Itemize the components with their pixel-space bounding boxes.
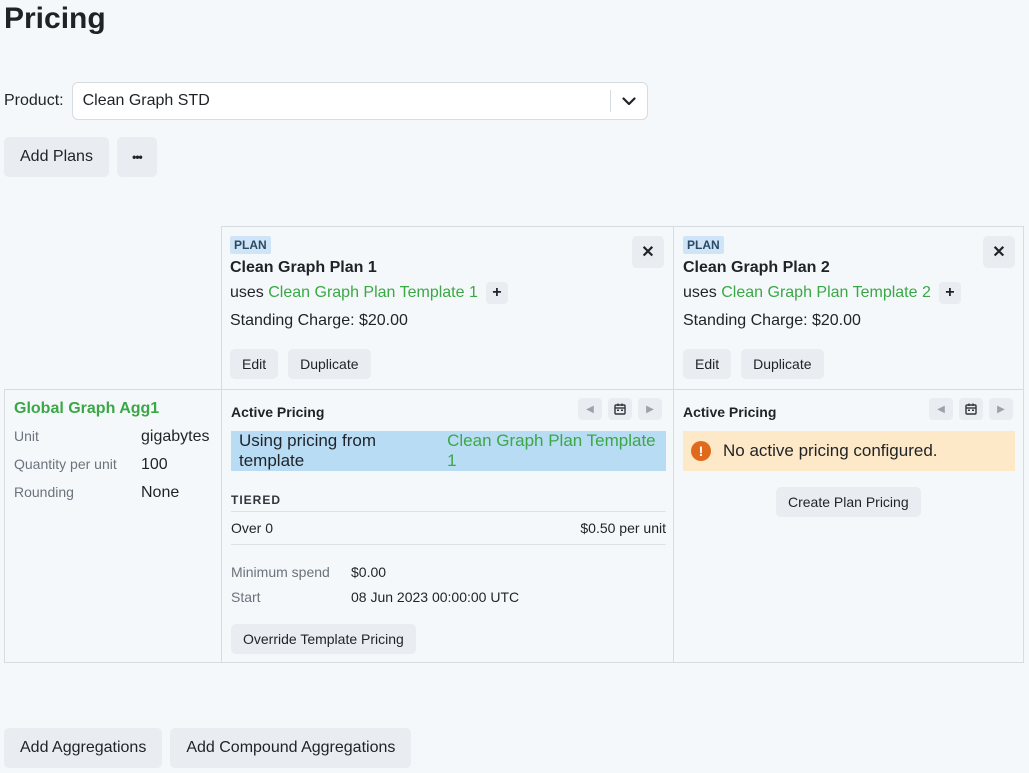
- plan-card-2: PLAN ✕ Clean Graph Plan 2 uses Clean Gra…: [673, 226, 1024, 390]
- meta-key: Start: [231, 589, 261, 605]
- add-plans-button[interactable]: Add Plans: [4, 137, 109, 177]
- close-icon[interactable]: ✕: [632, 236, 664, 268]
- plan-actions: Edit Duplicate: [683, 349, 824, 379]
- divider: [231, 511, 666, 512]
- aggregation-unit: Unit gigabytes: [14, 428, 210, 446]
- field-key: Quantity per unit: [14, 456, 117, 472]
- pricing-nav: ◀ ▶: [929, 398, 1013, 420]
- active-pricing-title: Active Pricing: [231, 404, 325, 420]
- product-select[interactable]: Clean Graph STD: [71, 82, 648, 120]
- plan-actions: Edit Duplicate: [230, 349, 371, 379]
- plan-card-1: PLAN ✕ Clean Graph Plan 1 uses Clean Gra…: [221, 226, 674, 390]
- product-select-value: Clean Graph STD: [82, 92, 210, 109]
- tier-price: $0.50 per unit: [580, 520, 666, 536]
- tier-type: TIERED: [231, 493, 282, 507]
- chevron-left-icon[interactable]: ◀: [929, 398, 953, 420]
- banner-template-link[interactable]: Clean Graph Plan Template 1: [447, 431, 666, 471]
- field-key: Rounding: [14, 484, 74, 500]
- aggregation-cell: Global Graph Agg1 Unit gigabytes Quantit…: [4, 389, 222, 663]
- create-plan-pricing-button[interactable]: Create Plan Pricing: [776, 487, 921, 517]
- more-options-button[interactable]: •••: [116, 137, 157, 177]
- warning-icon: !: [691, 441, 711, 461]
- plan-name: Clean Graph Plan 2: [683, 259, 830, 276]
- aggregation-rounding: Rounding None: [14, 484, 179, 502]
- add-compound-aggregations-button[interactable]: Add Compound Aggregations: [170, 728, 412, 768]
- chevron-left-icon[interactable]: ◀: [578, 398, 602, 420]
- field-value: gigabytes: [141, 428, 210, 445]
- aggregation-quantity: Quantity per unit 100: [14, 456, 168, 474]
- calendar-icon[interactable]: [608, 398, 632, 420]
- template-link[interactable]: Clean Graph Plan Template 1: [268, 284, 478, 302]
- field-key: Unit: [14, 428, 39, 444]
- plan-badge: PLAN: [683, 236, 724, 254]
- start-date: Start 08 Jun 2023 00:00:00 UTC: [231, 589, 519, 605]
- plan-uses: uses Clean Graph Plan Template 1 +: [230, 282, 508, 304]
- ellipsis-icon: •••: [132, 150, 143, 164]
- close-icon[interactable]: ✕: [983, 236, 1015, 268]
- duplicate-plan-button[interactable]: Duplicate: [288, 349, 371, 379]
- plan-badge: PLAN: [230, 236, 271, 254]
- template-link[interactable]: Clean Graph Plan Template 2: [721, 284, 931, 302]
- chevron-right-icon[interactable]: ▶: [638, 398, 662, 420]
- plus-icon[interactable]: +: [938, 282, 961, 304]
- template-pricing-banner: Using pricing from template Clean Graph …: [231, 431, 666, 471]
- active-pricing-title: Active Pricing: [683, 404, 777, 420]
- uses-prefix: uses: [683, 284, 717, 301]
- edit-plan-button[interactable]: Edit: [230, 349, 279, 379]
- pricing-nav: ◀ ▶: [578, 398, 662, 420]
- toolbar: Add Plans •••: [4, 137, 157, 177]
- pricing-cell-2: Active Pricing ◀ ▶ ! No active pricing c…: [673, 389, 1024, 663]
- override-template-pricing-button[interactable]: Override Template Pricing: [231, 624, 416, 654]
- minimum-spend: Minimum spend $0.00: [231, 564, 386, 580]
- duplicate-plan-button[interactable]: Duplicate: [741, 349, 824, 379]
- uses-prefix: uses: [230, 284, 264, 301]
- calendar-icon[interactable]: [959, 398, 983, 420]
- field-value: None: [141, 484, 180, 501]
- plan-uses: uses Clean Graph Plan Template 2 +: [683, 282, 961, 304]
- add-aggregations-button[interactable]: Add Aggregations: [4, 728, 163, 768]
- divider: [231, 544, 666, 545]
- field-value: 100: [141, 456, 168, 473]
- pricing-grid: PLAN ✕ Clean Graph Plan 1 uses Clean Gra…: [4, 226, 1024, 663]
- meta-value: 08 Jun 2023 00:00:00 UTC: [351, 589, 520, 605]
- aggregation-name[interactable]: Global Graph Agg1: [14, 400, 159, 418]
- pricing-cell-1: Active Pricing ◀ ▶ Using pricing from te…: [221, 389, 674, 663]
- product-label: Product:: [4, 92, 64, 109]
- chevron-down-icon[interactable]: [611, 96, 647, 106]
- tier-label: Over 0: [231, 520, 274, 536]
- banner-text: Using pricing from template: [239, 431, 376, 470]
- warning-text: No active pricing configured.: [723, 441, 938, 460]
- standing-charge: Standing Charge: $20.00: [230, 312, 408, 329]
- chevron-right-icon[interactable]: ▶: [989, 398, 1013, 420]
- page-title: Pricing: [4, 2, 106, 35]
- plan-name: Clean Graph Plan 1: [230, 259, 377, 276]
- meta-value: $0.00: [351, 564, 387, 580]
- plus-icon[interactable]: +: [485, 282, 508, 304]
- meta-key: Minimum spend: [231, 564, 330, 580]
- edit-plan-button[interactable]: Edit: [683, 349, 732, 379]
- standing-charge: Standing Charge: $20.00: [683, 312, 861, 329]
- bottom-actions: Add Aggregations Add Compound Aggregatio…: [4, 728, 412, 768]
- product-row: Product: Clean Graph STD: [4, 82, 648, 120]
- no-pricing-warning: ! No active pricing configured.: [683, 431, 1015, 471]
- tier-row: Over 0 $0.50 per unit: [231, 520, 666, 536]
